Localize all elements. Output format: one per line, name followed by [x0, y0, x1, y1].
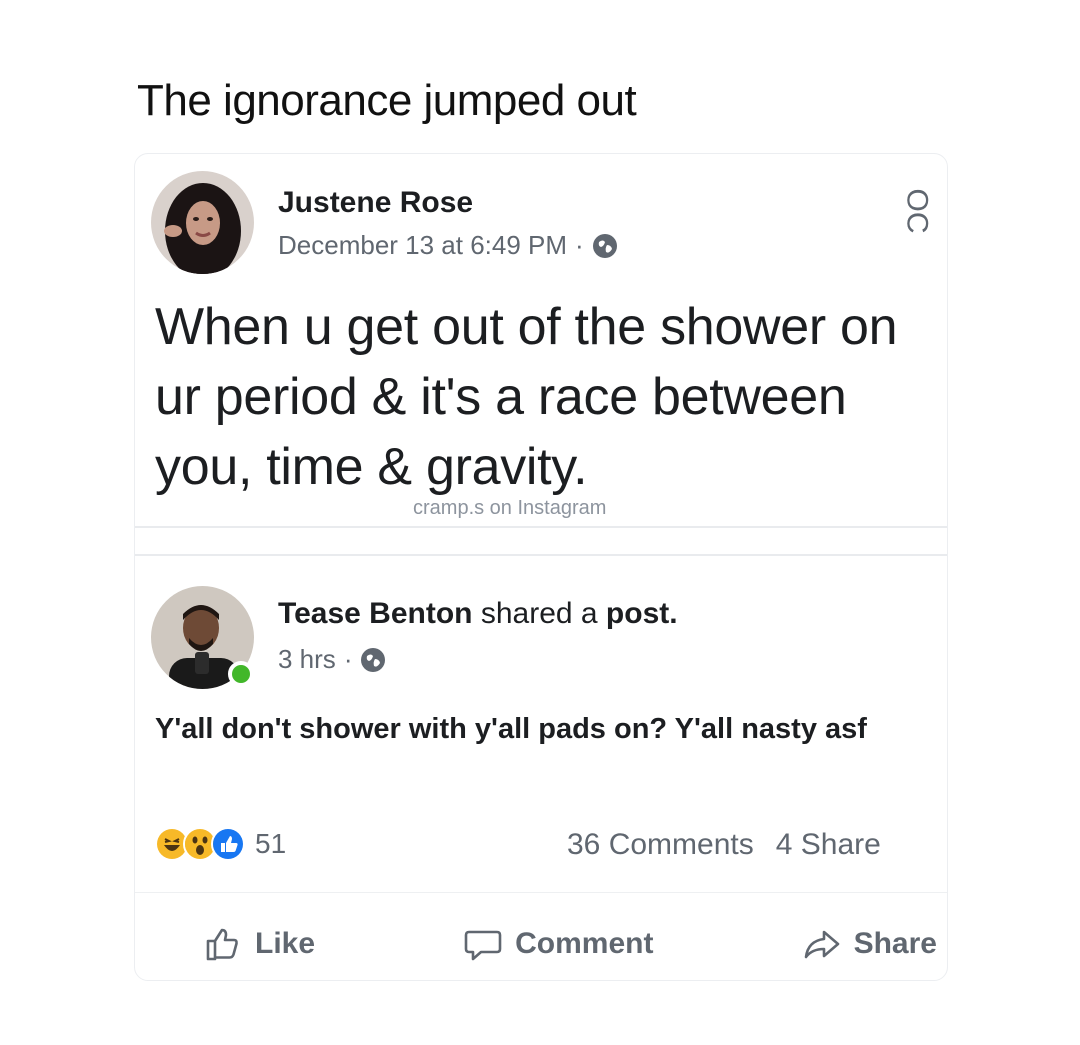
comment-button[interactable]: Comment: [463, 924, 653, 964]
divider: [135, 554, 947, 556]
globe-icon: [592, 233, 618, 259]
comment-label: Comment: [515, 927, 654, 960]
shared-post-link[interactable]: post.: [606, 597, 678, 630]
post-action-bar: Like Comment Share: [135, 909, 947, 979]
original-post-text: When u get out of the shower on ur perio…: [155, 298, 898, 496]
original-author-name[interactable]: Justene Rose: [278, 186, 473, 220]
globe-icon: [360, 647, 386, 673]
facebook-post-card: Justene Rose December 13 at 6:49 PM · OC…: [134, 153, 948, 981]
like-label: Like: [255, 927, 316, 960]
meta-separator: ·: [575, 230, 584, 260]
like-reaction-icon: [211, 827, 245, 861]
corner-watermark: OC: [900, 188, 934, 234]
online-status-dot: [228, 661, 254, 687]
sharer-name[interactable]: Tease Benton: [278, 597, 473, 630]
meme-caption: The ignorance jumped out: [137, 76, 637, 125]
share-action-text: shared a: [472, 597, 606, 630]
share-post-meta: 3 hrs ·: [278, 644, 386, 675]
meta-separator: ·: [343, 644, 353, 674]
share-label: Share: [853, 927, 937, 960]
instagram-watermark: cramp.s on Instagram: [413, 497, 607, 519]
reaction-summary[interactable]: 51: [155, 827, 286, 861]
divider: [135, 892, 947, 893]
avatar-justene-rose[interactable]: [151, 171, 254, 274]
divider: [135, 526, 947, 528]
share-button[interactable]: Share: [802, 924, 937, 964]
avatar-tease-benton[interactable]: [151, 586, 254, 689]
original-post-meta: December 13 at 6:49 PM ·: [278, 230, 618, 261]
share-header: Tease Benton shared a post.: [278, 597, 678, 631]
share-post-text: Y'all don't shower with y'all pads on? Y…: [155, 713, 867, 745]
share-arrow-icon: [802, 924, 842, 964]
comment-bubble-icon: [463, 924, 503, 964]
reaction-count[interactable]: 51: [255, 828, 286, 860]
like-button[interactable]: Like: [203, 924, 315, 964]
engagement-counts: 36 Comments 4 Share: [567, 828, 943, 862]
comments-count[interactable]: 36 Comments: [567, 828, 754, 861]
share-timestamp[interactable]: 3 hrs: [278, 644, 336, 675]
shares-count[interactable]: 4 Share: [776, 828, 881, 861]
thumbs-up-icon: [203, 924, 243, 964]
original-timestamp[interactable]: December 13 at 6:49 PM: [278, 230, 567, 261]
